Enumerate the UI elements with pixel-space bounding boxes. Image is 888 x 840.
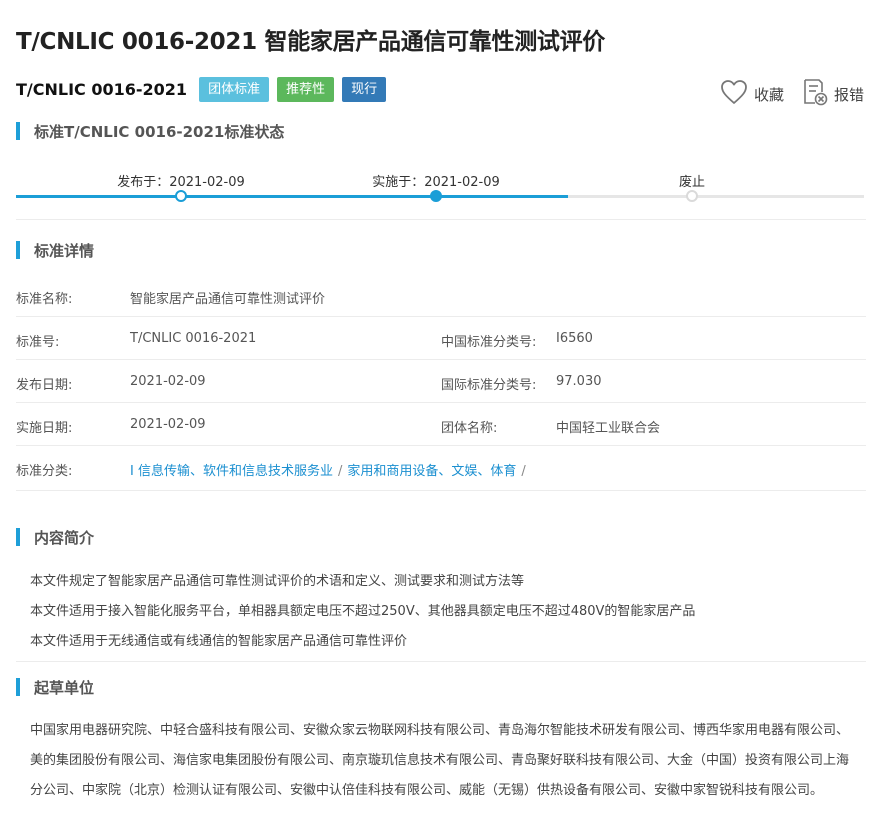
standard-code: T/CNLIC 0016-2021 xyxy=(16,79,188,99)
section-accent-bar xyxy=(16,122,20,140)
report-document-icon xyxy=(802,78,828,110)
publish-date-label: 发布日期: xyxy=(16,378,73,393)
publish-date-value: 2021-02-09 xyxy=(130,374,206,389)
organization-value: 中国轻工业联合会 xyxy=(556,421,661,436)
detail-row-publish-date: 发布日期: 2021-02-09 国际标准分类号: 97.030 xyxy=(16,360,866,403)
details-table: 标准名称: 智能家居产品通信可靠性测试评价 标准号: T/CNLIC 0016-… xyxy=(16,274,866,491)
report-error-button[interactable]: 报错 xyxy=(802,78,864,110)
drafters-section-header: 起草单位 xyxy=(16,677,94,697)
category-label: 标准分类: xyxy=(16,464,73,479)
standard-number-label: 标准号: xyxy=(16,335,60,350)
drafters-content: 中国家用电器研究院、中轻合盛科技有限公司、安徽众家云物联网科技有限公司、青岛海尔… xyxy=(30,723,850,798)
favorite-label: 收藏 xyxy=(753,85,784,104)
details-section-title: 标准详情 xyxy=(34,241,95,260)
cn-class-value: I6560 xyxy=(556,331,593,346)
category-separator: / xyxy=(337,464,343,479)
divider xyxy=(16,219,866,220)
implement-date-label: 实施日期: xyxy=(16,421,73,436)
code-row: T/CNLIC 0016-2021 团体标准 推荐性 现行 xyxy=(16,76,394,102)
section-accent-bar xyxy=(16,241,20,259)
status-section-header: 标准T/CNLIC 0016-2021标准状态 xyxy=(16,121,284,141)
section-accent-bar xyxy=(16,528,20,546)
cn-class-label: 中国标准分类号: xyxy=(441,335,537,350)
section-accent-bar xyxy=(16,678,20,696)
standard-name-value: 智能家居产品通信可靠性测试评价 xyxy=(130,292,326,307)
divider xyxy=(16,661,866,662)
standard-name-label: 标准名称: xyxy=(16,292,73,307)
details-section-header: 标准详情 xyxy=(16,240,94,260)
badge-group-standard[interactable]: 团体标准 xyxy=(199,76,270,102)
timeline-abolished-node xyxy=(686,190,698,202)
intro-section-header: 内容简介 xyxy=(16,527,94,547)
report-label: 报错 xyxy=(833,85,864,104)
detail-row-category: 标准分类: I 信息传输、软件和信息技术服务业 / 家用和商用设备、文娱、体育 / xyxy=(16,446,866,491)
ics-label: 国际标准分类号: xyxy=(441,378,537,393)
implement-date-value: 2021-02-09 xyxy=(130,417,206,432)
badge-recommended[interactable]: 推荐性 xyxy=(277,76,335,102)
heart-icon xyxy=(720,79,748,109)
category-link-appliances[interactable]: 家用和商用设备、文娱、体育 xyxy=(347,464,516,479)
status-timeline: 发布于：2021-02-09 实施于：2021-02-09 废止 xyxy=(16,165,864,210)
page-title: T/CNLIC 0016-2021 智能家居产品通信可靠性测试评价 xyxy=(16,29,605,55)
timeline-published-label: 发布于：2021-02-09 xyxy=(117,175,245,190)
favorite-button[interactable]: 收藏 xyxy=(720,79,784,109)
status-section-title: 标准T/CNLIC 0016-2021标准状态 xyxy=(34,122,285,141)
drafters-section-title: 起草单位 xyxy=(34,678,95,697)
category-link-it[interactable]: I 信息传输、软件和信息技术服务业 xyxy=(130,464,333,479)
organization-label: 团体名称: xyxy=(441,421,498,436)
timeline-implemented-node xyxy=(430,190,442,202)
intro-line: 本文件规定了智能家居产品通信可靠性测试评价的术语和定义、测试要求和测试方法等 xyxy=(30,574,525,589)
timeline-abolished-label: 废止 xyxy=(678,175,706,190)
timeline-implemented-label: 实施于：2021-02-09 xyxy=(372,175,500,190)
category-value: I 信息传输、软件和信息技术服务业 / 家用和商用设备、文娱、体育 / xyxy=(130,460,531,479)
detail-row-implement-date: 实施日期: 2021-02-09 团体名称: 中国轻工业联合会 xyxy=(16,403,866,446)
badge-current[interactable]: 现行 xyxy=(342,76,387,102)
timeline-published-node xyxy=(175,190,187,202)
ics-value: 97.030 xyxy=(556,374,602,389)
category-separator: / xyxy=(521,464,526,479)
detail-row-name: 标准名称: 智能家居产品通信可靠性测试评价 xyxy=(16,274,866,317)
standard-number-value: T/CNLIC 0016-2021 xyxy=(130,331,257,346)
timeline-progress xyxy=(16,195,568,198)
actions: 收藏 报错 xyxy=(702,78,864,110)
intro-content: 本文件规定了智能家居产品通信可靠性测试评价的术语和定义、测试要求和测试方法等 本… xyxy=(30,567,695,657)
intro-section-title: 内容简介 xyxy=(34,528,95,547)
detail-row-number: 标准号: T/CNLIC 0016-2021 中国标准分类号: I6560 xyxy=(16,317,866,360)
intro-line: 本文件适用于无线通信或有线通信的智能家居产品通信可靠性评价 xyxy=(30,634,408,649)
intro-line: 本文件适用于接入智能化服务平台，单相器具额定电压不超过250V、其他器具额定电压… xyxy=(30,604,696,619)
